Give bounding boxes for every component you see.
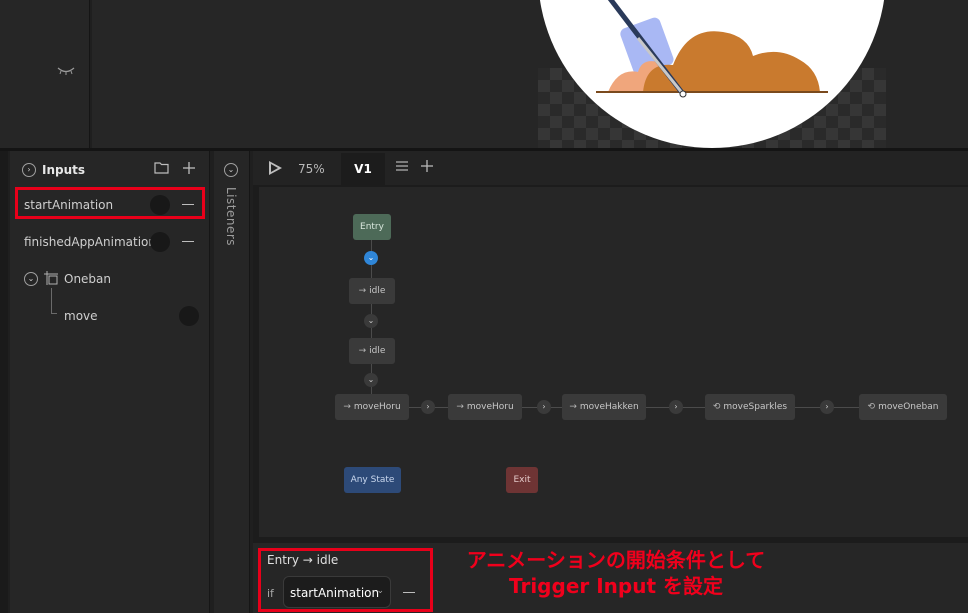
- state-label: idle: [369, 286, 386, 296]
- collapse-chevron-icon[interactable]: ›: [22, 163, 36, 177]
- transition-chevron-icon[interactable]: ⌄: [364, 373, 378, 387]
- input-label: move: [64, 309, 98, 323]
- arrow-right-icon: →: [358, 286, 367, 296]
- entry-node[interactable]: Entry: [353, 214, 391, 240]
- transition-chevron-icon[interactable]: ›: [669, 400, 683, 414]
- state-machine-toolbar: 75% V1: [253, 151, 968, 185]
- state-label: moveSparkles: [723, 402, 788, 412]
- eye-closed-icon[interactable]: [57, 66, 75, 79]
- play-icon-inner: [271, 164, 278, 172]
- arrow-right-icon: →: [358, 346, 367, 356]
- state-node-movehoru[interactable]: → moveHoru: [335, 394, 409, 420]
- transition-chevron-icon[interactable]: ⌄: [364, 314, 378, 328]
- trigger-fire-button[interactable]: [179, 306, 199, 326]
- active-transition-chevron-icon[interactable]: ⌄: [364, 251, 378, 265]
- inputs-header: › Inputs: [10, 151, 210, 189]
- remove-input-icon[interactable]: [182, 241, 194, 242]
- state-label: moveHoru: [353, 402, 401, 412]
- add-input-icon[interactable]: [182, 161, 196, 178]
- left-edge-strip: [0, 151, 8, 613]
- nested-input-row-move[interactable]: move: [10, 298, 210, 335]
- state-graph[interactable]: Entry ⌄ → idle ⌄ → idle ⌄ → moveHoru › → mov…: [259, 187, 968, 537]
- state-node-movehoru[interactable]: → moveHoru: [448, 394, 522, 420]
- exit-node[interactable]: Exit: [506, 467, 538, 493]
- state-node-moveoneban[interactable]: ⟲ moveOneban: [859, 394, 947, 420]
- input-label: finishedAppAnimation: [24, 235, 156, 249]
- loop-icon: ⟲: [712, 402, 721, 412]
- transition-chevron-icon[interactable]: ›: [537, 400, 551, 414]
- folder-icon[interactable]: [154, 161, 169, 177]
- expand-chevron-icon[interactable]: ⌄: [24, 272, 38, 286]
- any-state-node[interactable]: Any State: [344, 467, 401, 493]
- state-node-movesparkles[interactable]: ⟲ moveSparkles: [705, 394, 795, 420]
- transition-chevron-icon[interactable]: ›: [421, 400, 435, 414]
- loop-icon: ⟲: [867, 402, 876, 412]
- state-node-idle[interactable]: → idle: [349, 338, 395, 364]
- input-row-finished-app-animation[interactable]: finishedAppAnimation: [10, 224, 210, 261]
- layers-menu-icon[interactable]: [395, 159, 409, 175]
- state-machine-area: 75% V1 Entry ⌄ → idle ⌄ → idle ⌄ → moveHoru…: [253, 151, 968, 613]
- artboard-frame-icon: [44, 271, 58, 288]
- listeners-panel: ⌄ Listeners: [214, 151, 250, 613]
- state-label: moveHoru: [466, 402, 514, 412]
- transition-chevron-icon[interactable]: ›: [820, 400, 834, 414]
- add-layer-icon[interactable]: [420, 159, 434, 176]
- inputs-panel: › Inputs startAnimation finishedAppAnima…: [10, 151, 210, 613]
- state-label: idle: [369, 346, 386, 356]
- inputs-title: Inputs: [42, 163, 86, 177]
- state-label: moveOneban: [878, 402, 939, 412]
- arrow-right-icon: →: [456, 402, 464, 412]
- annotation-line-1: アニメーションの開始条件として: [466, 548, 766, 572]
- tab-v1[interactable]: V1: [341, 153, 385, 185]
- annotation-line-2: Trigger Input を設定: [509, 574, 723, 598]
- arrow-right-icon: →: [343, 402, 351, 412]
- arrow-right-icon: →: [569, 402, 577, 412]
- highlight-start-animation: [15, 187, 205, 219]
- state-node-idle[interactable]: → idle: [349, 278, 395, 304]
- top-left-panel: [0, 0, 90, 148]
- listeners-chevron-icon[interactable]: ⌄: [224, 163, 238, 177]
- trigger-fire-button[interactable]: [150, 232, 170, 252]
- nested-artboard-label: Oneban: [64, 272, 112, 286]
- state-node-movehakken[interactable]: → moveHakken: [562, 394, 646, 420]
- state-label: moveHakken: [579, 402, 639, 412]
- listeners-label[interactable]: Listeners: [224, 187, 238, 246]
- zoom-level[interactable]: 75%: [298, 162, 325, 176]
- nested-artboard-row[interactable]: ⌄ Oneban: [10, 261, 210, 298]
- highlight-transition-condition: [258, 548, 433, 612]
